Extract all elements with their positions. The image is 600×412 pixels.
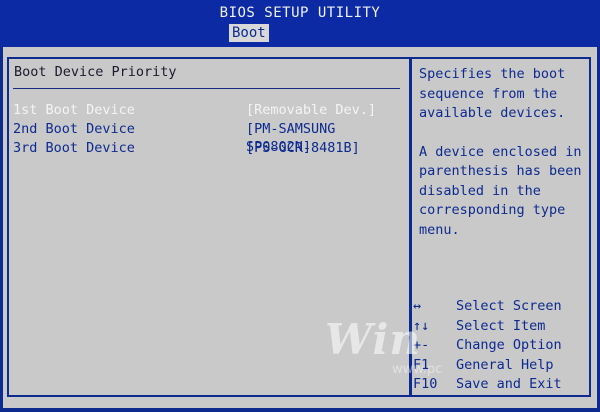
help-line: menu. bbox=[419, 221, 460, 238]
key-legend-row: F10 Save and Exit bbox=[411, 375, 593, 395]
key-action: Select Item bbox=[456, 317, 546, 334]
tab-row: Boot bbox=[0, 24, 600, 44]
boot-device-row-2[interactable]: 2nd Boot Device [PM-SAMSUNG SP0802N] bbox=[13, 120, 403, 155]
key-action: Change Option bbox=[456, 337, 562, 353]
help-line: sequence from the bbox=[419, 85, 558, 102]
key-action: Select Screen bbox=[456, 298, 562, 314]
key-action: General Help bbox=[456, 356, 554, 373]
plus-minus-key: +- bbox=[413, 337, 430, 353]
help-line: corresponding type bbox=[419, 202, 566, 218]
key-legend-row: ↑↓ Select Item bbox=[411, 317, 593, 337]
key-legend-row: ↔ Select Screen bbox=[411, 297, 593, 317]
key-legend-row: +- Change Option bbox=[411, 336, 593, 356]
left-right-arrows-icon: ↔ bbox=[413, 298, 422, 314]
help-line: A device enclosed in bbox=[419, 143, 582, 160]
boot-device-value[interactable]: [Removable Dev.] bbox=[246, 101, 376, 119]
section-title: Boot Device Priority bbox=[14, 64, 177, 80]
f10-key: F10 bbox=[413, 376, 438, 392]
help-line: Specifies the boot bbox=[419, 66, 566, 82]
help-line: parenthesis has been bbox=[419, 163, 582, 179]
boot-device-row-1[interactable]: 1st Boot Device [Removable Dev.] bbox=[13, 101, 403, 119]
help-text: Specifies the boot sequence from the ava… bbox=[419, 65, 589, 240]
help-line: disabled in the bbox=[419, 182, 541, 199]
key-legend-row: F1 General Help bbox=[411, 356, 593, 376]
f1-key: F1 bbox=[413, 356, 430, 373]
key-legend: ↔ Select Screen ↑↓ Select Item +- Change… bbox=[411, 297, 593, 395]
section-title-underline bbox=[13, 88, 400, 89]
utility-title: BIOS SETUP UTILITY bbox=[219, 5, 381, 21]
tab-boot[interactable]: Boot bbox=[229, 24, 269, 42]
boot-device-label: 2nd Boot Device bbox=[13, 121, 135, 137]
help-line: available devices. bbox=[419, 105, 566, 121]
key-action: Save and Exit bbox=[456, 376, 562, 392]
up-down-arrows-icon: ↑↓ bbox=[413, 317, 430, 334]
boot-device-row-3[interactable]: 3rd Boot Device [PS-GCR-8481B] bbox=[13, 139, 403, 157]
boot-device-label: 1st Boot Device bbox=[13, 102, 135, 118]
header-bar: BIOS SETUP UTILITY Boot bbox=[0, 0, 600, 47]
bios-screen: BIOS SETUP UTILITY Boot Boot Device Prio… bbox=[0, 0, 600, 412]
boot-device-value[interactable]: [PS-GCR-8481B] bbox=[246, 139, 360, 157]
main-panel: Boot Device Priority 1st Boot Device [Re… bbox=[3, 47, 597, 408]
boot-device-label: 3rd Boot Device bbox=[13, 140, 135, 156]
